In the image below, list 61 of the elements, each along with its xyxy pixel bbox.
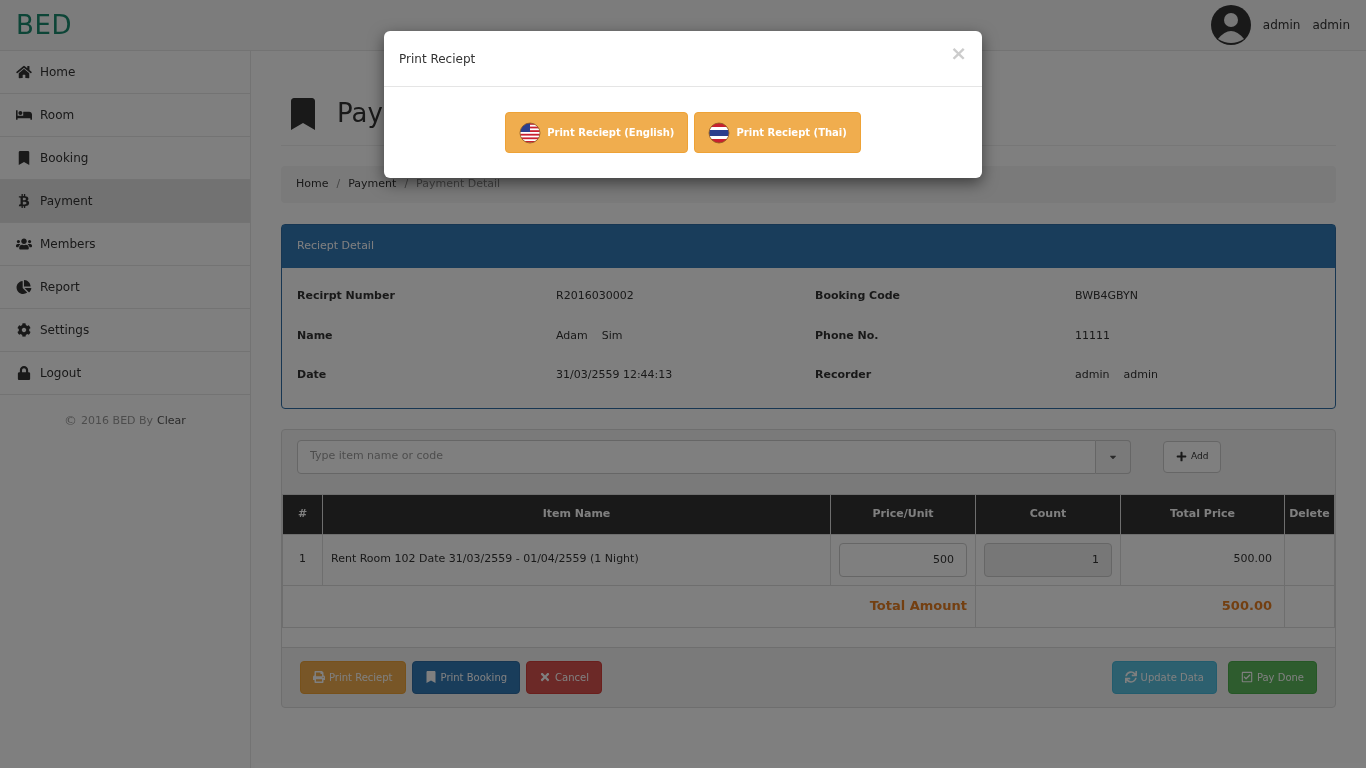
breadcrumb-item[interactable]: Home	[296, 176, 329, 193]
bookmark-icon	[424, 671, 437, 683]
user-last-name[interactable]: admin	[1312, 16, 1350, 34]
column-header: Count	[975, 494, 1121, 534]
breadcrumb-separator: /	[336, 176, 341, 193]
field-label: Name	[297, 327, 334, 344]
lock-icon	[16, 366, 32, 380]
field-value: admin admin	[1075, 367, 1159, 383]
bookmark-icon	[289, 97, 317, 130]
action-button[interactable]: Print Booking	[411, 660, 521, 694]
column-header: Delete	[1284, 494, 1335, 534]
dropdown-toggle[interactable]	[1096, 439, 1131, 474]
field-value: R2016030002	[556, 288, 635, 304]
footer-link[interactable]: Clear	[157, 412, 186, 429]
dialog-title: Print Reciept	[399, 50, 476, 68]
field-label: Recorder	[815, 367, 873, 383]
printer-icon	[313, 671, 325, 683]
field-value: 31/03/2559 12:44:13	[556, 367, 674, 383]
table-cell: 500.00	[1120, 534, 1285, 585]
column-header: Item Name	[322, 494, 831, 534]
price-input[interactable]: 500	[839, 542, 967, 577]
flag-icon	[519, 121, 542, 144]
column-header: Price/Unit	[830, 494, 976, 534]
panel-title: Reciept Detail	[297, 238, 374, 255]
pie-chart-icon	[16, 280, 32, 294]
field-label: Date	[297, 367, 328, 383]
count-input[interactable]: 1	[984, 542, 1112, 577]
field-value: Adam Sim	[556, 327, 624, 344]
bookmark-icon	[16, 151, 32, 165]
flag-icon	[708, 121, 731, 144]
field-value: 11111	[1075, 327, 1111, 344]
plus-icon	[1176, 451, 1187, 462]
users-icon	[16, 237, 32, 251]
field-value: BWB4GBYN	[1075, 288, 1139, 304]
table-cell: 1	[282, 534, 323, 585]
action-button[interactable]: Cancel	[526, 660, 602, 694]
column-header: Total Price	[1120, 494, 1285, 534]
user-first-name[interactable]: admin	[1262, 16, 1301, 34]
app-logo[interactable]: BED	[16, 5, 73, 45]
avatar-icon[interactable]	[1210, 5, 1251, 45]
settings-icon	[16, 323, 32, 337]
checkbox-icon	[1240, 671, 1253, 683]
breadcrumb-item[interactable]: Payment	[348, 176, 397, 193]
page-title: Pay	[337, 97, 383, 130]
bed-icon	[16, 108, 32, 122]
add-button[interactable]: Add	[1163, 440, 1222, 473]
breadcrumb-separator: /	[404, 176, 409, 193]
close-icon	[539, 671, 552, 683]
column-header: #	[282, 494, 323, 534]
copyright-sign: ©	[64, 412, 78, 430]
table-cell: Rent Room 102 Date 31/03/2559 - 01/04/2559 (1 Night)	[322, 534, 831, 585]
total-label: Total Amount	[869, 598, 967, 614]
field-label: Booking Code	[815, 288, 902, 304]
action-button[interactable]: Pay Done	[1227, 660, 1317, 694]
field-label: Phone No.	[815, 327, 880, 344]
sidebar-item[interactable]: Payment	[0, 180, 250, 223]
home-icon	[16, 65, 32, 79]
refresh-icon	[1124, 671, 1137, 683]
field-label: Recirpt Number	[297, 288, 396, 304]
total-value: 500.00	[1221, 598, 1272, 614]
bitcoin-icon	[16, 194, 32, 208]
